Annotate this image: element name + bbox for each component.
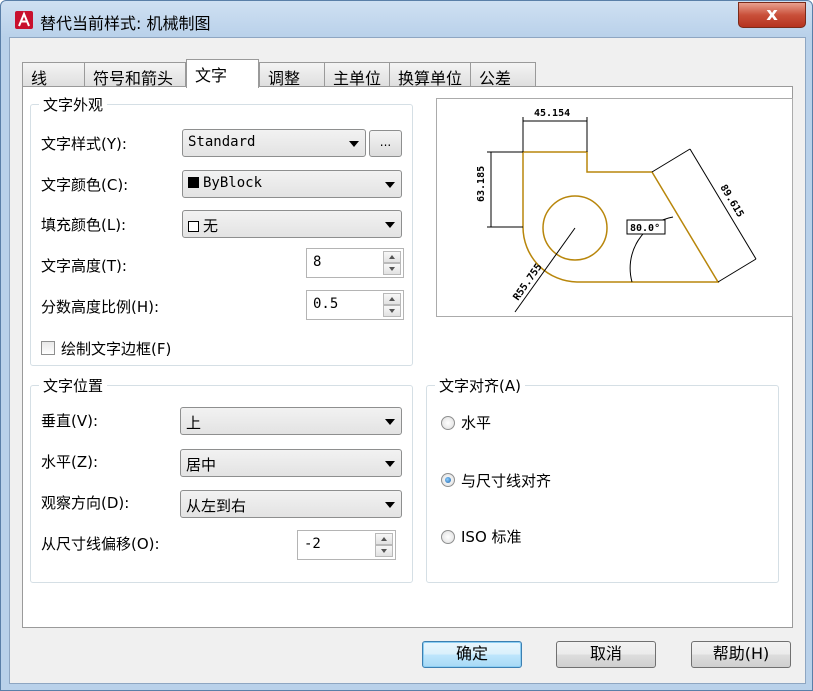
tab-primary-units[interactable]: 主单位 [324, 62, 390, 88]
dim-left-text: 63.185 [476, 166, 487, 202]
color-swatch-icon [188, 177, 199, 188]
text-height-label: 文字高度(T): [41, 257, 127, 275]
fill-color-value: 无 [203, 217, 219, 235]
empty-swatch-icon [188, 221, 199, 232]
chevron-down-icon [385, 222, 395, 228]
offset-label: 从尺寸线偏移(O): [41, 535, 160, 553]
chevron-down-icon [385, 461, 395, 467]
horizontal-label: 水平(Z): [41, 453, 99, 471]
fraction-scale-value: 0.5 [313, 296, 339, 312]
spin-up-icon[interactable] [383, 293, 401, 305]
preview-drawing: 45.154 63.185 89.615 80.0° R55.755 [476, 108, 757, 313]
dialog-window: 替代当前样式: 机械制图 x 线 符号和箭头 文字 调整 主单位 换算单位 公差… [0, 0, 813, 691]
dialog-client: 线 符号和箭头 文字 调整 主单位 换算单位 公差 文字外观 文字样式(Y): … [9, 37, 806, 684]
offset-stepper[interactable]: -2 [297, 530, 396, 560]
tab-fit[interactable]: 调整 [259, 62, 325, 88]
vertical-select[interactable]: 上 [180, 407, 402, 435]
align-with-dimline-radio[interactable] [441, 473, 455, 487]
close-button[interactable]: x [738, 2, 806, 28]
tab-text[interactable]: 文字 [186, 59, 259, 88]
view-direction-value: 从左到右 [186, 497, 247, 515]
cancel-button[interactable]: 取消 [556, 641, 656, 668]
chevron-down-icon [385, 419, 395, 425]
align-iso-radio[interactable] [441, 530, 455, 544]
align-with-dimline-label: 与尺寸线对齐 [461, 472, 552, 490]
text-height-value: 8 [313, 254, 322, 270]
dim-radius-text: R55.755 [511, 262, 544, 303]
title-bar[interactable]: 替代当前样式: 机械制图 x [1, 1, 812, 37]
align-iso-label: ISO 标准 [461, 528, 522, 546]
align-horizontal-label: 水平 [461, 414, 492, 432]
align-horizontal-radio[interactable] [441, 416, 455, 430]
preview-geometry [522, 151, 720, 283]
text-placement-group: 文字位置 垂直(V): 上 水平(Z): 居中 观察方向(D): 从左到右 从尺… [30, 375, 413, 583]
view-direction-label: 观察方向(D): [41, 494, 130, 512]
spin-up-icon[interactable] [383, 251, 401, 263]
spin-down-icon[interactable] [383, 263, 401, 275]
text-appearance-title: 文字外观 [39, 94, 108, 115]
tab-alternate-units[interactable]: 换算单位 [389, 62, 471, 88]
dimension-preview: 45.154 63.185 89.615 80.0° R55.755 [436, 98, 793, 317]
horizontal-value: 居中 [186, 456, 217, 474]
text-style-select[interactable]: Standard [182, 129, 366, 157]
text-style-value: Standard [188, 134, 256, 150]
dim-angle-text: 80.0° [630, 223, 660, 234]
text-color-select[interactable]: ByBlock [182, 170, 402, 198]
autocad-logo-icon [15, 11, 33, 29]
text-style-browse-button[interactable]: ... [369, 130, 402, 157]
tab-lines[interactable]: 线 [22, 62, 85, 88]
chevron-down-icon [385, 182, 395, 188]
fraction-scale-label: 分数高度比例(H): [41, 298, 160, 316]
text-placement-title: 文字位置 [39, 375, 108, 396]
text-height-stepper[interactable]: 8 [306, 248, 404, 278]
help-button[interactable]: 帮助(H) [691, 641, 791, 668]
tab-tolerances[interactable]: 公差 [470, 62, 536, 88]
horizontal-select[interactable]: 居中 [180, 449, 402, 477]
chevron-down-icon [349, 141, 359, 147]
text-color-value: ByBlock [203, 175, 263, 191]
spin-down-icon[interactable] [375, 545, 393, 557]
preview-dimension-text: 45.154 63.185 89.615 80.0° R55.755 [476, 108, 745, 303]
text-color-label: 文字颜色(C): [41, 176, 129, 194]
vertical-label: 垂直(V): [41, 412, 99, 430]
fraction-scale-stepper[interactable]: 0.5 [306, 290, 404, 320]
view-direction-select[interactable]: 从左到右 [180, 490, 402, 518]
text-tab-panel: 文字外观 文字样式(Y): Standard ... 文字颜色(C): ByBl… [22, 86, 793, 628]
dim-top-text: 45.154 [534, 108, 570, 119]
vertical-value: 上 [186, 414, 202, 432]
chevron-down-icon [385, 502, 395, 508]
spin-down-icon[interactable] [383, 305, 401, 317]
text-appearance-group: 文字外观 文字样式(Y): Standard ... 文字颜色(C): ByBl… [30, 94, 413, 366]
draw-frame-label: 绘制文字边框(F) [61, 340, 172, 358]
text-alignment-group: 文字对齐(A) 水平 与尺寸线对齐 ISO 标准 [426, 375, 779, 583]
ok-button[interactable]: 确定 [422, 641, 522, 668]
window-title: 替代当前样式: 机械制图 [40, 14, 211, 33]
draw-frame-checkbox[interactable] [41, 341, 55, 355]
fill-color-label: 填充颜色(L): [41, 216, 127, 234]
tab-symbols-arrows[interactable]: 符号和箭头 [84, 62, 186, 88]
fill-color-select[interactable]: 无 [182, 210, 402, 238]
offset-value: -2 [304, 536, 321, 552]
text-alignment-title: 文字对齐(A) [435, 375, 525, 396]
text-style-label: 文字样式(Y): [41, 135, 127, 153]
spin-up-icon[interactable] [375, 533, 393, 545]
